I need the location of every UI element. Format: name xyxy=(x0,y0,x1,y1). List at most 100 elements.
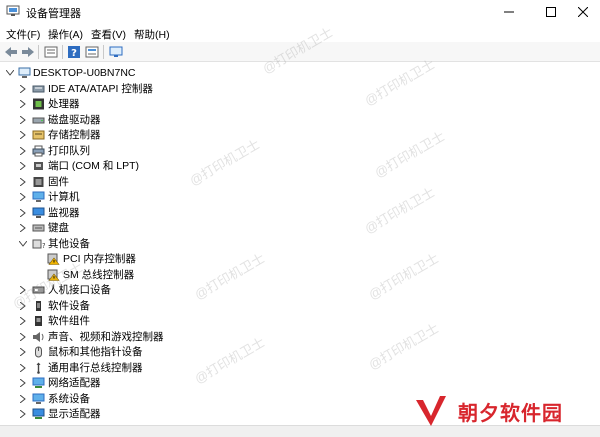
scan-hardware-button[interactable] xyxy=(108,44,124,60)
warning-device-icon xyxy=(47,253,60,265)
monitor-icon xyxy=(109,46,123,57)
window-title: 设备管理器 xyxy=(26,8,81,20)
tree-item-label: 端口 (COM 和 LPT) xyxy=(48,160,139,172)
tree-item-label: 计算机 xyxy=(48,191,80,203)
software-component-icon xyxy=(35,316,42,326)
device-tree: DESKTOP-U0BN7NC IDE ATA/ATAPI 控制器 处理器 磁盘… xyxy=(0,63,600,425)
chevron-right-icon[interactable] xyxy=(18,331,28,343)
tree-item-hid[interactable]: 人机接口设备 xyxy=(0,283,600,298)
tree-item-label: 人机接口设备 xyxy=(48,284,111,296)
tree-item-label: 显示适配器 xyxy=(48,408,101,420)
forward-button[interactable] xyxy=(20,44,36,60)
system-device-icon xyxy=(32,393,45,404)
disk-drive-icon xyxy=(32,117,45,124)
chevron-right-icon[interactable] xyxy=(18,98,28,110)
tree-item-label: 软件设备 xyxy=(48,300,90,312)
firmware-icon xyxy=(33,177,44,187)
tree-item-keyboard[interactable]: 键盘 xyxy=(0,221,600,236)
tree-item-firmware[interactable]: 固件 xyxy=(0,175,600,190)
close-button[interactable] xyxy=(566,0,600,24)
tree-item-label: 打印队列 xyxy=(48,145,90,157)
chevron-right-icon[interactable] xyxy=(18,300,28,312)
tree-item-disk[interactable]: 磁盘驱动器 xyxy=(0,113,600,128)
back-button[interactable] xyxy=(3,44,19,60)
help-icon: ? xyxy=(68,46,80,59)
chevron-right-icon[interactable] xyxy=(18,284,28,296)
menu-bar: 文件(F) 操作(A) 查看(V) 帮助(H) xyxy=(0,24,600,42)
view-icon xyxy=(85,46,99,58)
minimize-icon xyxy=(504,11,514,13)
tree-child-sm-bus[interactable]: SM 总线控制器 xyxy=(0,268,600,283)
printer-icon xyxy=(32,145,45,157)
port-icon xyxy=(34,162,43,170)
tree-item-processor[interactable]: 处理器 xyxy=(0,97,600,112)
tree-item-label: 网络适配器 xyxy=(48,377,101,389)
chevron-right-icon[interactable] xyxy=(18,362,28,374)
tree-child-pci-memory[interactable]: PCI 内存控制器 xyxy=(0,252,600,267)
computer-icon xyxy=(18,67,31,78)
toolbar-separator xyxy=(38,45,39,59)
help-button[interactable]: ? xyxy=(66,44,82,60)
chevron-right-icon[interactable] xyxy=(18,222,28,234)
display-adapter-icon xyxy=(32,408,45,419)
chevron-right-icon[interactable] xyxy=(18,393,28,405)
tree-root-label: DESKTOP-U0BN7NC xyxy=(33,67,136,79)
tree-item-monitor[interactable]: 监视器 xyxy=(0,206,600,221)
toolbar: ? xyxy=(0,42,600,62)
chevron-right-icon[interactable] xyxy=(18,145,28,157)
tree-item-computer[interactable]: 计算机 xyxy=(0,190,600,205)
view-button[interactable] xyxy=(84,44,100,60)
chevron-right-icon[interactable] xyxy=(18,408,28,420)
tree-item-ide[interactable]: IDE ATA/ATAPI 控制器 xyxy=(0,82,600,97)
chevron-right-icon[interactable] xyxy=(18,114,28,126)
sound-icon xyxy=(33,332,44,342)
chevron-right-icon[interactable] xyxy=(18,377,28,389)
tree-item-label: 系统设备 xyxy=(48,393,90,405)
brand-name: 朝夕软件园 xyxy=(458,402,563,425)
tree-item-usb[interactable]: 通用串行总线控制器 xyxy=(0,361,600,376)
tree-item-software-components[interactable]: 软件组件 xyxy=(0,314,600,329)
tree-item-label: 声音、视频和游戏控制器 xyxy=(48,331,164,343)
tree-item-print-queue[interactable]: 打印队列 xyxy=(0,144,600,159)
properties-icon xyxy=(44,46,58,58)
tree-item-other-devices[interactable]: ? 其他设备 xyxy=(0,237,600,252)
network-adapter-icon xyxy=(32,377,45,388)
chevron-down-icon[interactable] xyxy=(5,67,15,79)
tree-root[interactable]: DESKTOP-U0BN7NC xyxy=(0,66,600,81)
tree-item-label: 键盘 xyxy=(48,222,69,234)
tree-item-label: IDE ATA/ATAPI 控制器 xyxy=(48,83,153,95)
mouse-icon xyxy=(35,346,42,358)
tree-item-software-devices[interactable]: 软件设备 xyxy=(0,299,600,314)
menu-action[interactable]: 操作(A) xyxy=(48,27,83,42)
tree-item-ports[interactable]: 端口 (COM 和 LPT) xyxy=(0,159,600,174)
chevron-right-icon[interactable] xyxy=(18,191,28,203)
chevron-right-icon[interactable] xyxy=(18,160,28,172)
processor-icon xyxy=(33,98,44,110)
ide-controller-icon xyxy=(32,85,45,93)
monitor-icon xyxy=(32,207,45,218)
svg-text:?: ? xyxy=(42,242,45,250)
tree-item-label: PCI 内存控制器 xyxy=(63,253,136,265)
chevron-right-icon[interactable] xyxy=(18,176,28,188)
title-bar: 设备管理器 xyxy=(0,0,600,24)
tree-item-network[interactable]: 网络适配器 xyxy=(0,376,600,391)
chevron-down-icon[interactable] xyxy=(18,238,28,250)
back-icon xyxy=(5,47,17,57)
minimize-button[interactable] xyxy=(486,0,532,24)
chevron-right-icon[interactable] xyxy=(18,83,28,95)
device-manager-icon xyxy=(6,5,20,16)
chevron-right-icon[interactable] xyxy=(18,207,28,219)
menu-view[interactable]: 查看(V) xyxy=(91,27,126,42)
tree-item-mouse[interactable]: 鼠标和其他指针设备 xyxy=(0,345,600,360)
tree-item-storage[interactable]: 存储控制器 xyxy=(0,128,600,143)
chevron-right-icon[interactable] xyxy=(18,315,28,327)
tree-item-sound[interactable]: 声音、视频和游戏控制器 xyxy=(0,330,600,345)
menu-help[interactable]: 帮助(H) xyxy=(134,27,170,42)
tree-item-label: 磁盘驱动器 xyxy=(48,114,101,126)
chevron-right-icon[interactable] xyxy=(18,129,28,141)
chevron-right-icon[interactable] xyxy=(18,346,28,358)
properties-button[interactable] xyxy=(43,44,59,60)
forward-icon xyxy=(22,47,34,57)
tree-item-label: 固件 xyxy=(48,176,69,188)
menu-file[interactable]: 文件(F) xyxy=(6,27,40,42)
